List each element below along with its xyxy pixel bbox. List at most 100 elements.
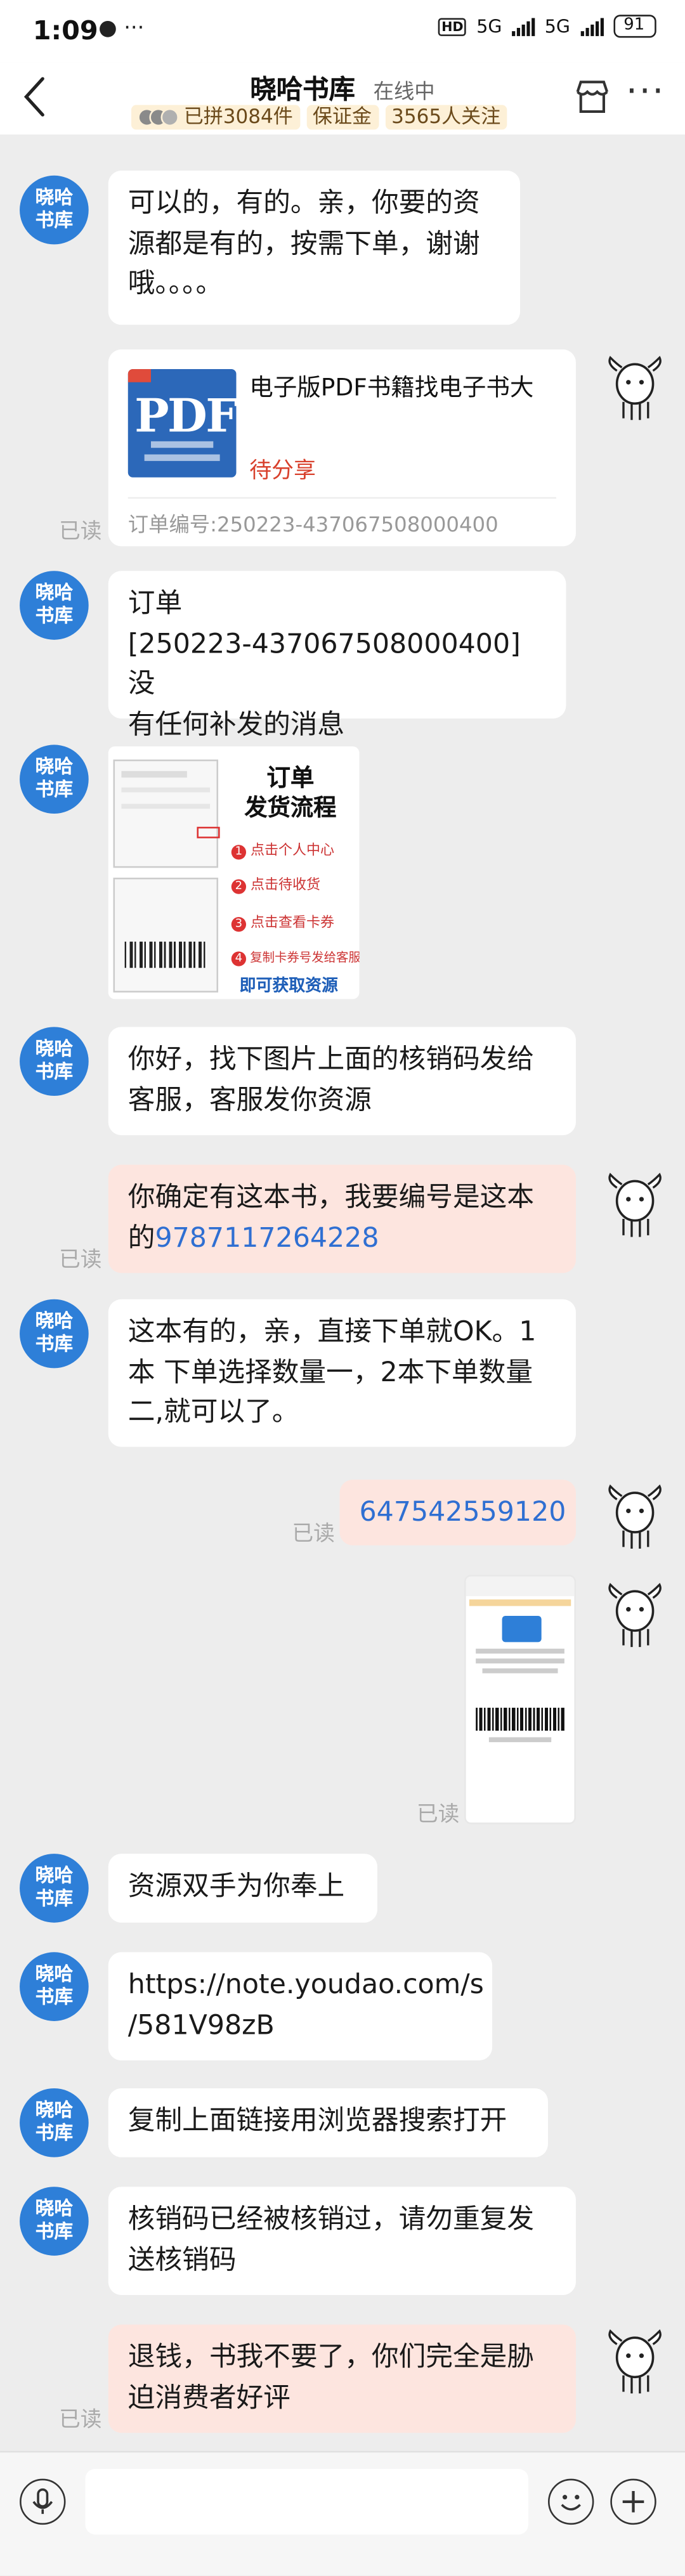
message-bubble-self[interactable]: 647542559120	[339, 1480, 576, 1545]
message-bubble[interactable]: 订单 [250223-437067508000400]没 有任何补发的消息	[108, 571, 566, 739]
flow-screenshot-1	[113, 759, 220, 868]
followers-badge: 3565人关注	[384, 105, 507, 130]
message-bubble[interactable]: https://note.youdao.com/s /581V98zB	[108, 1952, 493, 2061]
more-options-icon[interactable]: ···	[626, 72, 665, 114]
product-title: 电子版PDF书籍找电子书大	[249, 375, 534, 402]
notification-icons: ● ···	[98, 16, 145, 41]
battery-icon: 91	[613, 15, 656, 38]
avatar-line1: 晓哈	[35, 185, 74, 209]
message-line: 你确定有这本书，我要编号是这本	[127, 1181, 535, 1213]
message-bubble[interactable]: 可以的，有的。亲，你要的资 源都是有的，按需下单，谢谢 哦。。。。	[108, 171, 521, 325]
network-5g-label-2: 5G	[544, 15, 570, 37]
sent-screenshot-image[interactable]	[464, 1575, 576, 1825]
status-bar: 1:09 ● ··· HD 5G 5G 91	[0, 0, 685, 63]
signal-icon-2	[580, 16, 603, 36]
flow-title-1: 订单	[266, 766, 315, 793]
microphone-icon[interactable]	[20, 2478, 66, 2525]
emoji-icon[interactable]	[547, 2478, 594, 2525]
avatar-line1: 晓哈	[35, 1309, 74, 1332]
pdf-book-thumbnail: PDF	[127, 369, 237, 478]
message-line: 的9787117264228	[127, 1221, 379, 1253]
avatar-line1: 晓哈	[35, 2098, 74, 2121]
shop-avatar[interactable]: 晓哈 书库	[20, 745, 89, 814]
flow-footer: 即可获取资源	[239, 977, 338, 996]
message-bubble[interactable]: 复制上面链接用浏览器搜索打开	[108, 2088, 548, 2157]
message-bubble-self[interactable]: 退钱，书我不要了，你们完全是胁 迫消费者好评	[108, 2324, 576, 2433]
message-line: [250223-437067508000400]没	[127, 627, 521, 699]
avatar-line2: 书库	[35, 207, 74, 231]
url-line[interactable]: /581V98zB	[128, 2005, 473, 2045]
user-avatar[interactable]	[604, 1165, 666, 1240]
message-input[interactable]	[85, 2469, 528, 2535]
message-line: 客服，客服发你资源	[127, 1083, 372, 1115]
order-card[interactable]: PDF 电子版PDF书籍找电子书大 待分享 订单编号:250223-437067…	[108, 349, 576, 547]
signal-icon	[512, 16, 535, 36]
online-status: 在线中	[373, 79, 435, 103]
isbn-link[interactable]: 9787117264228	[155, 1221, 379, 1252]
user-avatar[interactable]	[604, 2321, 666, 2397]
flow-screenshot-2	[113, 877, 219, 993]
status-right: HD 5G 5G 91	[438, 15, 656, 38]
flow-title-2: 发货流程	[244, 795, 337, 822]
avatar-line1: 晓哈	[35, 580, 74, 604]
message-bubble[interactable]: 这本有的，亲，直接下单就OK。1 本 下单选择数量一，2本下单数量 二,就可以了…	[108, 1299, 576, 1447]
message-bubble-self[interactable]: 你确定有这本书，我要编号是这本 的9787117264228	[108, 1164, 576, 1273]
order-flow-image[interactable]: 订单 发货流程 1 点击个人中心 2 点击待收货 3 点击查看卡券 4 复制卡券…	[108, 746, 360, 999]
avatar-line2: 书库	[35, 1331, 74, 1355]
shop-avatar[interactable]: 晓哈 书库	[20, 571, 89, 640]
message-line: 可以的，有的。亲，你要的资	[127, 186, 480, 219]
message-line: 资源双手为你奉上	[127, 1870, 345, 1902]
flow-step: 2 点击待收货	[231, 875, 360, 894]
flow-step: 1 点击个人中心	[231, 840, 360, 860]
shop-avatar[interactable]: 晓哈 书库	[20, 2187, 89, 2256]
message-line: 送核销码	[127, 2243, 237, 2275]
message-line: 核销码已经被核销过，请勿重复发	[127, 2203, 535, 2235]
order-status: 待分享	[249, 457, 316, 485]
message-line: 你好，找下图片上面的核销码发给	[127, 1043, 535, 1075]
message-line: 这本有的，亲，直接下单就OK。1	[127, 1315, 537, 1347]
shop-avatar[interactable]: 晓哈 书库	[20, 2088, 89, 2157]
message-line: 哦。。。。	[127, 267, 223, 299]
message-bubble[interactable]: 核销码已经被核销过，请勿重复发 送核销码	[108, 2187, 576, 2295]
hd-icon: HD	[438, 17, 467, 36]
code-text[interactable]: 647542559120	[360, 1496, 566, 1527]
message-line: 复制上面链接用浏览器搜索打开	[127, 2104, 507, 2137]
message-line: 二,就可以了。	[127, 1396, 299, 1428]
order-number: 订单编号:250223-437067508000400	[127, 512, 499, 537]
shop-avatar[interactable]: 晓哈 书库	[20, 175, 89, 245]
read-receipt: 已读	[59, 2408, 102, 2433]
pdf-thumbnail-label: PDF	[134, 389, 237, 443]
read-receipt: 已读	[59, 1248, 102, 1273]
read-receipt: 已读	[292, 1522, 335, 1547]
avatar-line1: 晓哈	[35, 2196, 74, 2220]
url-line[interactable]: https://note.youdao.com/s	[128, 1965, 484, 2005]
message-line: 订单	[127, 587, 183, 619]
shop-name[interactable]: 晓哈书库	[250, 74, 355, 105]
shop-avatar[interactable]: 晓哈 书库	[20, 1027, 89, 1096]
avatar-line2: 书库	[35, 776, 74, 800]
message-bubble[interactable]: 你好，找下图片上面的核销码发给 客服，客服发你资源	[108, 1027, 576, 1136]
store-icon[interactable]	[570, 75, 613, 118]
deposit-badge: 保证金	[306, 105, 379, 130]
shop-badges: 已拼3084件 保证金 3565人关注	[131, 105, 507, 130]
message-bubble[interactable]: 资源双手为你奉上	[108, 1854, 377, 1923]
message-line: 本 下单选择数量一，2本下单数量	[127, 1355, 533, 1388]
sold-count-text: 已拼3084件	[183, 105, 293, 128]
avatar-line1: 晓哈	[35, 754, 74, 778]
message-line: 迫消费者好评	[127, 2381, 290, 2412]
shop-avatar[interactable]: 晓哈 书库	[20, 1299, 89, 1369]
user-avatar[interactable]	[604, 1575, 666, 1650]
avatar-line2: 书库	[35, 2120, 74, 2143]
sold-count-badge: 已拼3084件	[131, 105, 300, 130]
avatar-line2: 书库	[35, 1885, 74, 1909]
plus-icon[interactable]	[610, 2478, 656, 2525]
divider	[127, 497, 556, 499]
avatar-line2: 书库	[35, 602, 74, 626]
shop-avatar[interactable]: 晓哈 书库	[20, 1952, 89, 2021]
user-avatar[interactable]	[604, 1476, 666, 1552]
user-avatar[interactable]	[604, 348, 666, 423]
shop-avatar[interactable]: 晓哈 书库	[20, 1854, 89, 1923]
message-line: 源都是有的，按需下单，谢谢	[127, 227, 480, 259]
avatar-line2: 书库	[35, 2218, 74, 2242]
buyer-avatars-icon	[138, 108, 179, 127]
